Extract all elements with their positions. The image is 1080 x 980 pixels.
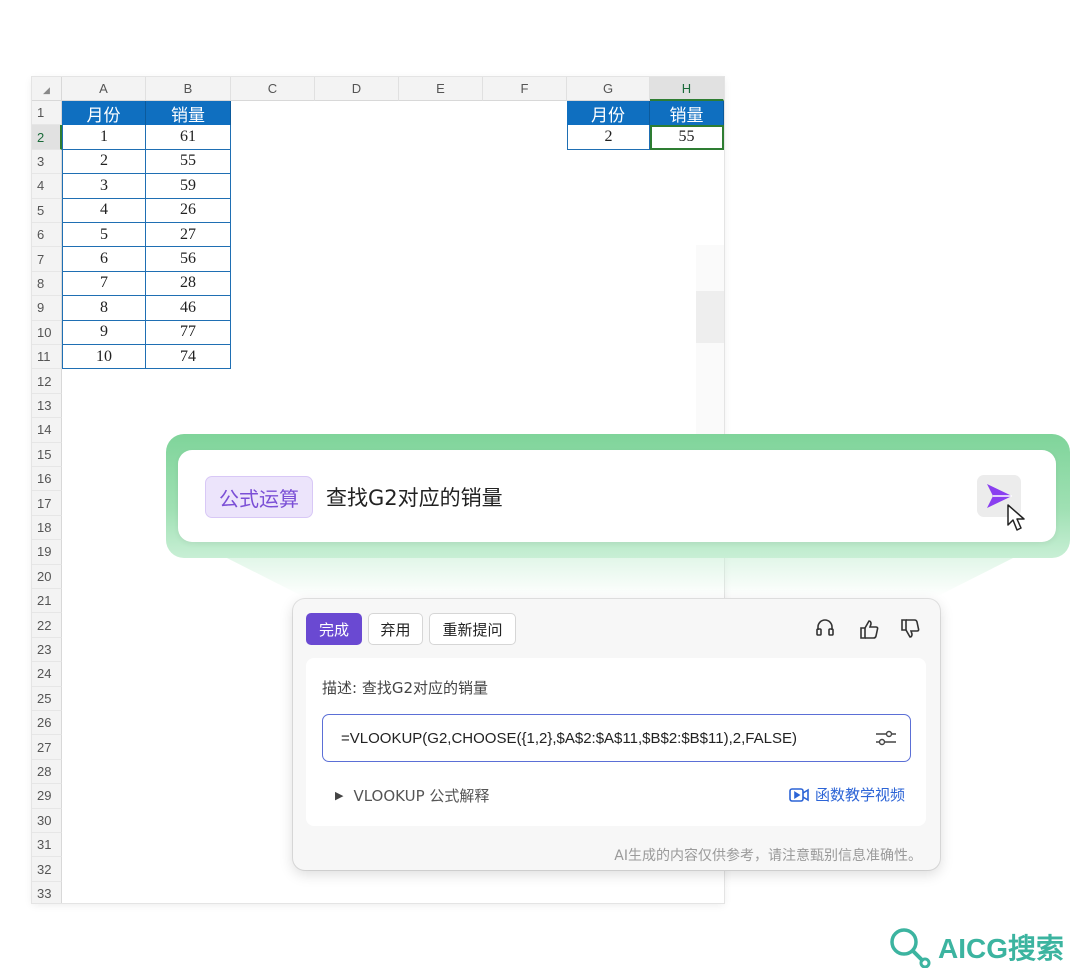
row-header-13[interactable]: 13 <box>32 393 62 419</box>
explain-label: VLOOKUP 公式解释 <box>353 787 490 805</box>
table-cell[interactable]: 27 <box>146 223 231 248</box>
row-header-12[interactable]: 12 <box>32 369 62 394</box>
row-header-9[interactable]: 9 <box>32 296 62 321</box>
row-header-6[interactable]: 6 <box>32 223 62 248</box>
row-header-27[interactable]: 27 <box>32 735 62 760</box>
row-header-4[interactable]: 4 <box>32 174 62 199</box>
table-cell[interactable]: 77 <box>146 320 231 345</box>
table-cell[interactable]: 61 <box>146 125 231 150</box>
table-cell[interactable]: 55 <box>146 149 231 175</box>
formula-text: =VLOOKUP(G2,CHOOSE({1,2},$A$2:$A$11,$B$2… <box>341 729 797 747</box>
select-all-corner[interactable]: ◢ <box>32 77 62 101</box>
table-cell[interactable]: 10 <box>62 345 146 370</box>
column-header-f[interactable]: F <box>483 77 567 101</box>
row-header-23[interactable]: 23 <box>32 637 62 663</box>
column-header-b[interactable]: B <box>146 77 231 101</box>
row-header-3[interactable]: 3 <box>32 149 62 175</box>
row-header-18[interactable]: 18 <box>32 515 62 541</box>
ai-disclaimer: AI生成的内容仅供参考，请注意甄别信息准确性。 <box>614 848 922 864</box>
row-header-10[interactable]: 10 <box>32 320 62 345</box>
video-label: 函数教学视频 <box>815 786 906 804</box>
background-panel <box>696 245 724 445</box>
discard-button[interactable]: 弃用 <box>368 613 423 645</box>
row-header-20[interactable]: 20 <box>32 564 62 589</box>
table-cell[interactable]: 28 <box>146 271 231 297</box>
row-header-16[interactable]: 16 <box>32 467 62 492</box>
table-cell[interactable]: 4 <box>62 198 146 223</box>
table-cell[interactable]: 46 <box>146 296 231 321</box>
column-header-e[interactable]: E <box>399 77 483 101</box>
row-header-17[interactable]: 17 <box>32 491 62 516</box>
table-cell[interactable]: 26 <box>146 198 231 223</box>
row-header-7[interactable]: 7 <box>32 247 62 272</box>
row-header-14[interactable]: 14 <box>32 418 62 443</box>
table-cell[interactable]: 59 <box>146 174 231 199</box>
row-header-19[interactable]: 19 <box>32 540 62 565</box>
table-header-cell[interactable]: 销量 <box>146 101 231 126</box>
row-header-22[interactable]: 22 <box>32 613 62 638</box>
video-icon <box>789 787 809 802</box>
watermark-logo: AICG搜索 <box>888 926 1064 968</box>
row-header-31[interactable]: 31 <box>32 833 62 858</box>
thumbs-up-icon[interactable] <box>857 616 881 642</box>
row-header-8[interactable]: 8 <box>32 271 62 297</box>
table-cell[interactable]: 1 <box>62 125 146 150</box>
formula-explain-toggle[interactable]: ▶ VLOOKUP 公式解释 <box>335 785 489 806</box>
lookup-header-cell[interactable]: 销量 <box>650 101 724 126</box>
thumbs-down-icon[interactable] <box>898 616 922 642</box>
column-header-c[interactable]: C <box>231 77 315 101</box>
table-cell[interactable]: 5 <box>62 223 146 248</box>
table-cell[interactable]: 2 <box>62 149 146 175</box>
table-cell[interactable]: 6 <box>62 247 146 272</box>
table-cell[interactable]: 56 <box>146 247 231 272</box>
expand-triangle-icon: ▶ <box>335 789 344 802</box>
row-header-25[interactable]: 25 <box>32 686 62 711</box>
column-header-a[interactable]: A <box>62 77 146 101</box>
lookup-cell[interactable]: 2 <box>567 125 650 150</box>
column-header-h[interactable]: H <box>650 77 724 101</box>
row-header-30[interactable]: 30 <box>32 808 62 833</box>
row-header-2[interactable]: 2 <box>32 125 62 150</box>
table-cell[interactable]: 8 <box>62 296 146 321</box>
done-button[interactable]: 完成 <box>306 613 362 645</box>
background-panel-block <box>696 291 724 343</box>
row-header-11[interactable]: 11 <box>32 345 62 370</box>
row-header-33[interactable]: 33 <box>32 881 62 903</box>
prompt-query[interactable]: 查找G2对应的销量 <box>326 480 503 514</box>
table-header-cell[interactable]: 月份 <box>62 101 146 126</box>
tutorial-video-link[interactable]: 函数教学视频 <box>789 784 905 805</box>
column-header-d[interactable]: D <box>315 77 399 101</box>
row-header-21[interactable]: 21 <box>32 589 62 614</box>
active-cell[interactable]: 55 <box>650 125 724 150</box>
row-header-29[interactable]: 29 <box>32 784 62 809</box>
feedback-headset-icon[interactable] <box>813 616 837 642</box>
column-header-g[interactable]: G <box>567 77 650 101</box>
row-header-1[interactable]: 1 <box>32 101 62 126</box>
row-header-32[interactable]: 32 <box>32 857 62 882</box>
table-cell[interactable]: 7 <box>62 271 146 297</box>
lookup-header-cell[interactable]: 月份 <box>567 101 650 126</box>
table-cell[interactable]: 74 <box>146 345 231 370</box>
formula-field[interactable]: =VLOOKUP(G2,CHOOSE({1,2},$A$2:$A$11,$B$2… <box>322 714 911 762</box>
row-header-26[interactable]: 26 <box>32 711 62 736</box>
row-header-15[interactable]: 15 <box>32 442 62 467</box>
adjust-icon[interactable] <box>873 725 899 751</box>
mode-tag[interactable]: 公式运算 <box>205 476 313 518</box>
watermark-text: AICG搜索 <box>938 933 1065 964</box>
table-cell[interactable]: 9 <box>62 320 146 345</box>
row-header-24[interactable]: 24 <box>32 662 62 687</box>
row-header-28[interactable]: 28 <box>32 759 62 785</box>
row-header-5[interactable]: 5 <box>32 198 62 223</box>
table-cell[interactable]: 3 <box>62 174 146 199</box>
connector-beam <box>225 557 1015 597</box>
description-text: 描述: 查找G2对应的销量 <box>322 679 488 697</box>
reask-button[interactable]: 重新提问 <box>429 613 516 645</box>
search-magnifier-icon <box>890 928 931 968</box>
mouse-pointer-icon <box>1007 504 1025 531</box>
